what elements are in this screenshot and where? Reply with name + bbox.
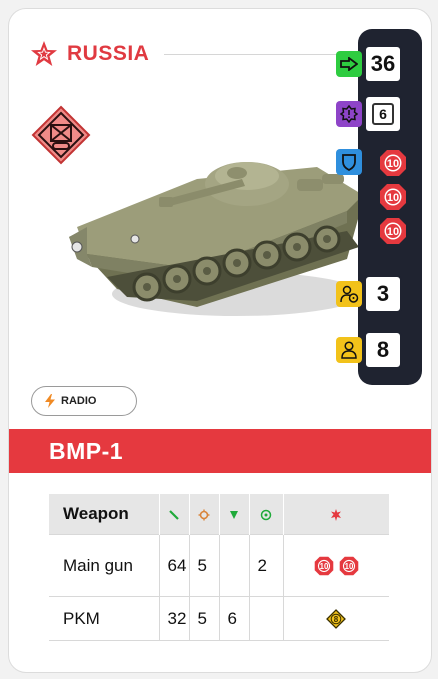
stat-passengers: 8 — [336, 331, 402, 369]
armor-badge: 10 — [380, 218, 406, 244]
stat-armor — [336, 149, 362, 175]
weapon-ap: 6 — [219, 596, 250, 641]
unit-name: BMP-1 — [49, 437, 124, 464]
stat-value: 3 — [364, 275, 402, 313]
armor-value: 10 — [387, 192, 399, 204]
burst-icon — [331, 508, 341, 521]
stat-morale: 6 — [336, 95, 402, 133]
armor-value: 10 — [387, 226, 399, 238]
weapon-column-header: Weapon — [49, 494, 160, 535]
accuracy-header — [249, 494, 284, 535]
damage-value: 10 — [344, 562, 353, 571]
bmp-1-vehicle-image — [69, 162, 363, 316]
damage-header — [283, 494, 390, 535]
person-icon — [336, 337, 362, 363]
armor-badge: 10 — [380, 184, 406, 210]
target-icon — [260, 509, 272, 520]
stat-value: 8 — [364, 331, 402, 369]
red-star-icon — [31, 41, 57, 66]
armor-values: 10 10 10 — [371, 149, 415, 245]
armor-badge: 10 — [380, 150, 406, 176]
unit-card: RUSSIA 36 6 10 10 10 3 8 RADIO BMP-1 Wea… — [8, 8, 432, 673]
unit-name-banner: BMP-1 — [9, 429, 431, 473]
armor-value: 10 — [387, 158, 399, 170]
damage-value: 8 — [334, 615, 339, 624]
driver-wheel-icon — [336, 281, 362, 307]
divider — [164, 54, 344, 55]
damage-badge: 10 — [339, 556, 358, 576]
badge-exclamation-icon — [336, 101, 362, 127]
weapon-range: 64 — [159, 534, 190, 597]
weapon-damage: 8 — [283, 596, 389, 641]
weapon-accuracy: 2 — [249, 534, 284, 597]
damage-badge: 10 — [314, 556, 334, 576]
morale-value: 6 — [372, 103, 394, 125]
stat-crew: 3 — [336, 275, 402, 313]
weapons-table: Weapon Main gun 64 5 2 10 10 PKM 32 5 6 … — [49, 494, 390, 641]
weapon-rof: 5 — [189, 534, 220, 597]
penetration-icon — [230, 510, 238, 519]
weapon-damage: 10 10 — [283, 534, 389, 597]
weapon-name: Main gun — [49, 534, 160, 597]
damage-value: 10 — [320, 562, 329, 571]
arrow-right-icon — [336, 51, 362, 77]
lightning-icon — [45, 394, 55, 408]
weapon-accuracy — [249, 596, 284, 641]
nation-header: RUSSIA — [29, 39, 149, 69]
shield-icon — [336, 149, 362, 175]
armor-piercing-header — [219, 494, 250, 535]
weapon-name: PKM — [49, 596, 160, 641]
nation-name: RUSSIA — [67, 42, 150, 65]
weapon-row-pkm: PKM 32 5 6 8 — [49, 596, 389, 641]
stat-movement: 36 — [336, 45, 402, 83]
weapons-header-row: Weapon — [49, 494, 390, 535]
stat-value: 6 — [364, 95, 402, 133]
weapon-row-main-gun: Main gun 64 5 2 10 10 — [49, 534, 389, 597]
weapon-rof: 5 — [189, 596, 220, 641]
weapon-ap — [219, 534, 250, 597]
range-header — [159, 494, 190, 535]
trait-label: RADIO — [61, 395, 97, 407]
damage-diamond-badge: 8 — [326, 608, 347, 629]
trait-radio: RADIO — [31, 386, 138, 416]
range-icon — [169, 509, 179, 520]
weapon-range: 32 — [159, 596, 190, 641]
crosshair-icon — [198, 509, 210, 521]
stat-value: 36 — [364, 45, 402, 83]
rate-of-fire-header — [189, 494, 220, 535]
